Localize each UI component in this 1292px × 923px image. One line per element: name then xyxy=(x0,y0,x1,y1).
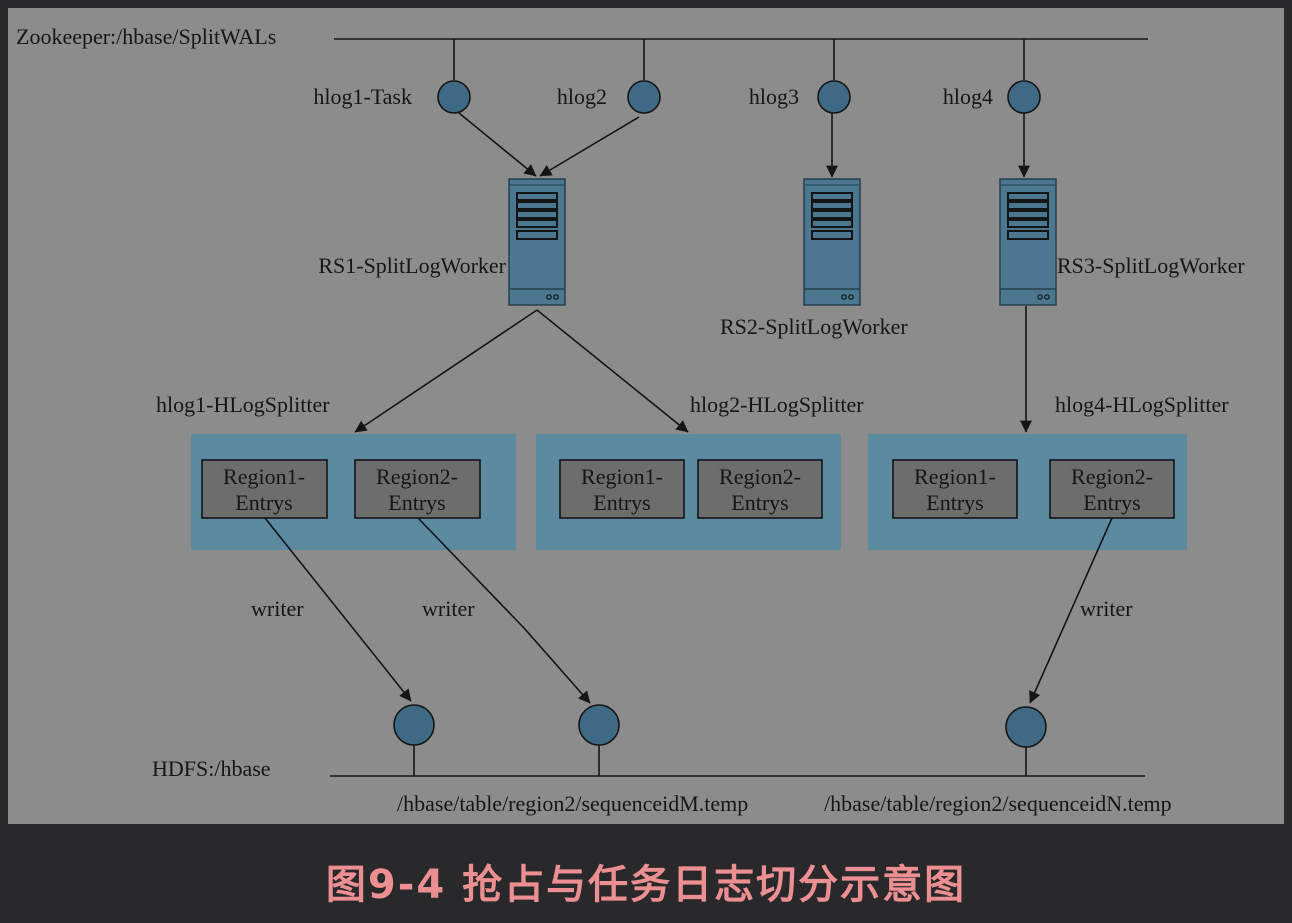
splitter-hlog2: Region1- Entrys Region2- Entrys xyxy=(536,434,841,550)
splitter-label: hlog1-HLogSplitter xyxy=(156,392,330,417)
region-label-line1: Region1- xyxy=(223,464,305,489)
task-label: hlog3 xyxy=(749,84,799,109)
hdfs-path: /hbase/table/region2/sequenceidN.temp xyxy=(824,791,1172,816)
task-node-circle xyxy=(817,80,851,114)
worker-label: RS1-SplitLogWorker xyxy=(318,253,506,278)
region-label-line2: Entrys xyxy=(593,490,650,515)
task-label: hlog2 xyxy=(557,84,607,109)
region-label-line1: Region2- xyxy=(1071,464,1153,489)
server-icon xyxy=(803,178,861,306)
region-label-line2: Entrys xyxy=(1083,490,1140,515)
hdfs-path: /hbase/table/region2/sequenceidM.temp xyxy=(397,791,748,816)
region-box: Region1- Entrys xyxy=(201,459,328,519)
splitter-label: hlog2-HLogSplitter xyxy=(690,392,864,417)
server-icon xyxy=(999,178,1057,306)
hdfs-label: HDFS:/hbase xyxy=(152,756,271,781)
task-node-circle xyxy=(1007,80,1041,114)
task-node-circle xyxy=(627,80,661,114)
worker-label: RS2-SplitLogWorker xyxy=(720,314,908,339)
region-label-line2: Entrys xyxy=(388,490,445,515)
figure: Zookeeper:/hbase/SplitWALs hlog1-Task hl… xyxy=(0,0,1292,918)
region-label-line1: Region2- xyxy=(719,464,801,489)
splitter-label: hlog4-HLogSplitter xyxy=(1055,392,1229,417)
region-box: Region1- Entrys xyxy=(892,459,1018,519)
region-box: Region2- Entrys xyxy=(1049,459,1175,519)
region-label-line2: Entrys xyxy=(926,490,983,515)
region-label-line2: Entrys xyxy=(731,490,788,515)
region-label-line1: Region1- xyxy=(581,464,663,489)
writer-label: writer xyxy=(1080,596,1133,621)
splitter-hlog4: Region1- Entrys Region2- Entrys xyxy=(868,434,1187,550)
region-box: Region1- Entrys xyxy=(559,459,685,519)
task-node-circle xyxy=(437,80,471,114)
zookeeper-label: Zookeeper:/hbase/SplitWALs xyxy=(16,24,276,49)
writer-label: writer xyxy=(422,596,475,621)
region-box: Region2- Entrys xyxy=(697,459,823,519)
figure-caption: 图9-4 抢占与任务日志切分示意图 xyxy=(325,862,967,908)
task-label: hlog4 xyxy=(943,84,993,109)
worker-label: RS3-SplitLogWorker xyxy=(1057,253,1245,278)
writer-label: writer xyxy=(251,596,304,621)
diagram-canvas: Zookeeper:/hbase/SplitWALs hlog1-Task hl… xyxy=(8,8,1284,824)
region-label-line1: Region1- xyxy=(914,464,996,489)
task-label: hlog1-Task xyxy=(313,84,412,109)
splitter-hlog1: Region1- Entrys Region2- Entrys xyxy=(191,434,516,550)
region-box: Region2- Entrys xyxy=(354,459,481,519)
region-label-line2: Entrys xyxy=(235,490,292,515)
region-label-line1: Region2- xyxy=(376,464,458,489)
server-icon xyxy=(508,178,566,306)
